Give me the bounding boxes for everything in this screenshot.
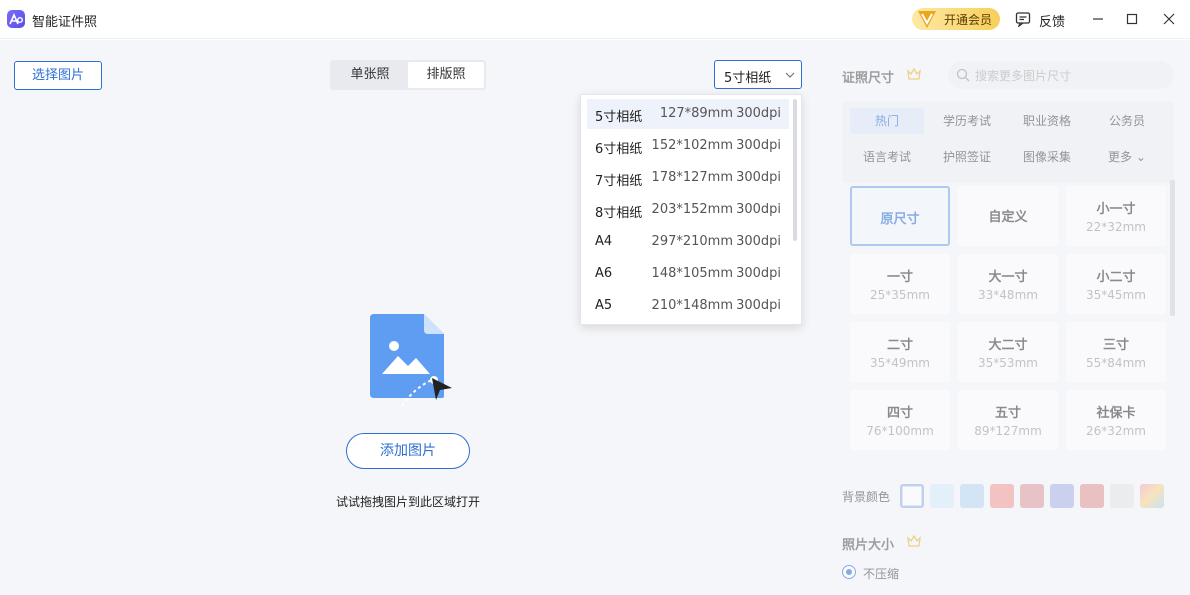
paper-option[interactable]: 8寸相纸 203*152mm 300dpi <box>587 195 789 225</box>
vip-badge-icon <box>918 11 936 28</box>
dropdown-scrollbar[interactable] <box>793 99 797 241</box>
search-placeholder: 搜索更多图片尺寸 <box>975 69 1072 83</box>
close-icon[interactable] <box>1158 8 1180 30</box>
bg-color-swatch[interactable] <box>1140 484 1164 508</box>
feedback-icon[interactable] <box>1015 11 1031 27</box>
size-grid-scrollbar[interactable] <box>1170 180 1175 316</box>
minimize-icon[interactable] <box>1087 8 1109 30</box>
category-tabs: 热门 学历考试 职业资格 公务员 语言考试 护照签证 图像采集 更多 ⌄ <box>842 101 1174 183</box>
maximize-icon[interactable] <box>1121 8 1143 30</box>
paper-select-value: 5寸相纸 <box>724 71 772 86</box>
bg-color-label: 背景颜色 <box>842 490 891 504</box>
drop-hint: 试试拖拽图片到此区域打开 <box>335 495 480 509</box>
tab-qualification[interactable]: 职业资格 <box>1010 108 1084 134</box>
search-icon <box>956 68 970 82</box>
tab-image-capture[interactable]: 图像采集 <box>1010 144 1084 170</box>
paper-size-dropdown: 5寸相纸 127*89mm 300dpi 6寸相纸 152*102mm 300dpi 7… <box>580 94 802 325</box>
size-cell[interactable]: 原尺寸 <box>850 186 950 246</box>
title-bar: 智能证件照 开通会员 反馈 <box>0 0 1190 39</box>
bg-color-swatch[interactable] <box>1050 484 1074 508</box>
app-logo-icon <box>7 10 25 28</box>
feedback-button[interactable]: 反馈 <box>1039 11 1065 30</box>
photo-size-title: 照片大小 <box>842 538 895 553</box>
paper-size-select[interactable]: 5寸相纸 <box>714 60 802 89</box>
size-search-input[interactable]: 搜索更多图片尺寸 <box>948 61 1174 89</box>
no-compress-radio[interactable] <box>842 565 856 579</box>
bg-color-swatch[interactable] <box>990 484 1014 508</box>
chevron-down-icon <box>785 72 795 78</box>
size-cell[interactable]: 社保卡 26*32mm <box>1066 390 1166 450</box>
size-cell[interactable]: 大一寸 33*48mm <box>958 254 1058 314</box>
tab-passport-visa[interactable]: 护照签证 <box>930 144 1004 170</box>
size-section-title: 证照尺寸 <box>842 71 895 86</box>
more-label: 更多 <box>1108 150 1133 164</box>
size-grid: 原尺寸 自定义 小一寸 22*32mm 一寸 25*35mm 大一寸 33*48mm … <box>842 178 1174 450</box>
size-cell[interactable]: 自定义 <box>958 186 1058 246</box>
size-cell[interactable]: 小二寸 35*45mm <box>1066 254 1166 314</box>
size-cell[interactable]: 二寸 35*49mm <box>850 322 950 382</box>
paper-option[interactable]: A6 148*105mm 300dpi <box>587 259 789 289</box>
bg-color-swatch[interactable] <box>1110 484 1134 508</box>
tab-language-exam[interactable]: 语言考试 <box>850 144 924 170</box>
tab-hot[interactable]: 热门 <box>850 108 924 134</box>
settings-panel: 证照尺寸 搜索更多图片尺寸 热门 学历考试 职业资格 公务员 语言考试 护照签证… <box>822 40 1190 595</box>
app-title: 智能证件照 <box>32 15 98 30</box>
size-cell[interactable]: 一寸 25*35mm <box>850 254 950 314</box>
add-image-button[interactable]: 添加图片 <box>346 433 470 469</box>
chevron-down-icon: ⌄ <box>1135 150 1146 164</box>
paper-option[interactable]: A5 210*148mm 300dpi <box>587 291 789 321</box>
no-compress-label: 不压缩 <box>863 567 900 581</box>
tab-single-photo[interactable]: 单张照 <box>332 62 408 88</box>
bg-color-swatch[interactable] <box>960 484 984 508</box>
tab-education-exam[interactable]: 学历考试 <box>930 108 1004 134</box>
tab-layout-photo[interactable]: 排版照 <box>408 62 484 88</box>
bg-color-swatch[interactable] <box>930 484 954 508</box>
vip-crown-icon <box>907 68 921 80</box>
tab-civil-servant[interactable]: 公务员 <box>1090 108 1164 134</box>
paper-option[interactable]: 5寸相纸 127*89mm 300dpi <box>587 99 789 129</box>
bg-color-swatch[interactable] <box>1080 484 1104 508</box>
size-cell[interactable]: 小一寸 22*32mm <box>1066 186 1166 246</box>
paper-option[interactable]: A4 297*210mm 300dpi <box>587 227 789 257</box>
bg-color-swatch[interactable] <box>1020 484 1044 508</box>
paper-option[interactable]: 7寸相纸 178*127mm 300dpi <box>587 163 789 193</box>
vip-label: 开通会员 <box>944 13 993 27</box>
image-file-illustration <box>370 314 452 407</box>
size-cell[interactable]: 五寸 89*127mm <box>958 390 1058 450</box>
size-cell[interactable]: 三寸 55*84mm <box>1066 322 1166 382</box>
size-cell[interactable]: 四寸 76*100mm <box>850 390 950 450</box>
size-cell[interactable]: 大二寸 35*53mm <box>958 322 1058 382</box>
vip-button[interactable]: 开通会员 <box>912 8 1000 30</box>
paper-option[interactable]: 6寸相纸 152*102mm 300dpi <box>587 131 789 161</box>
select-image-button[interactable]: 选择图片 <box>14 61 102 90</box>
vip-crown-icon <box>907 535 921 547</box>
tab-more[interactable]: 更多 ⌄ <box>1090 144 1164 170</box>
mode-switch: 单张照 排版照 <box>330 60 486 90</box>
bg-color-swatch[interactable] <box>900 484 924 508</box>
